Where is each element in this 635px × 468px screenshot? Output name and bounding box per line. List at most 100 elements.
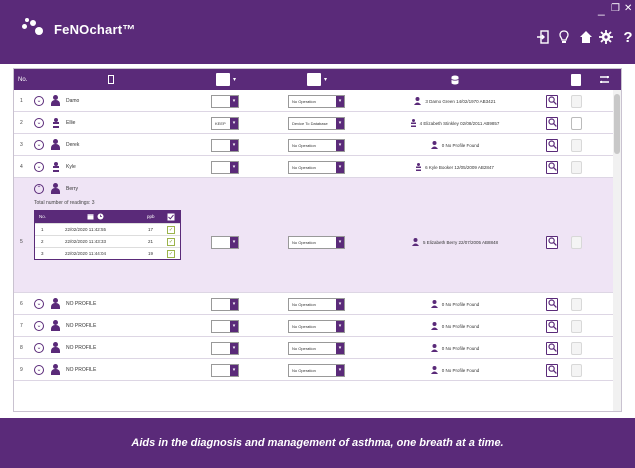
expand-icon[interactable]: ⌄ — [34, 118, 44, 128]
home-icon[interactable] — [578, 30, 594, 48]
row-checkbox[interactable] — [571, 236, 582, 249]
columns-menu-icon[interactable] — [597, 69, 611, 90]
reading-checkbox[interactable]: ✓ — [167, 250, 175, 258]
readings-col-ppb: ppb — [147, 214, 155, 219]
action-select[interactable]: ▾ — [211, 161, 239, 174]
search-profile-button[interactable] — [546, 320, 558, 333]
caret-down-icon[interactable]: ▾ — [230, 321, 238, 332]
help-icon[interactable]: ? — [620, 30, 635, 46]
caret-down-icon[interactable]: ▾ — [230, 162, 238, 173]
operation-select-value: No Operation — [292, 368, 316, 373]
child-profile-icon — [53, 118, 59, 128]
collapse-icon[interactable]: ⌃ — [34, 184, 44, 194]
lightbulb-icon[interactable] — [556, 30, 572, 48]
matched-profile-text: 0 No Profile Found — [441, 301, 480, 307]
search-profile-button[interactable] — [546, 117, 558, 130]
matched-profile: 0 No Profile Found — [370, 299, 540, 308]
matched-profile: 6 Kyle Booker 12/05/2009 AB2847 — [370, 162, 540, 172]
settings-icon[interactable] — [598, 30, 614, 48]
row-checkbox[interactable] — [571, 342, 582, 355]
action-select[interactable]: KEEP ▾ — [211, 117, 239, 130]
caret-down-icon[interactable]: ▾ — [336, 365, 344, 376]
row-number: 6 — [20, 301, 23, 307]
search-profile-button[interactable] — [546, 139, 558, 152]
column-header-action-select[interactable]: ▾ — [211, 69, 241, 90]
readings-select-all-icon[interactable] — [167, 213, 175, 222]
app-title: FeNOchart™ — [54, 21, 136, 37]
operation-select[interactable]: No Operation ▾ — [288, 139, 345, 152]
action-select[interactable]: ▾ — [211, 320, 239, 333]
row-number: 2 — [20, 120, 23, 126]
vertical-scrollbar[interactable] — [613, 90, 621, 411]
row-checkbox[interactable] — [571, 95, 582, 108]
operation-select[interactable]: No Operation ▾ — [288, 95, 345, 108]
caret-down-icon[interactable]: ▾ — [336, 118, 344, 129]
reading-value: 21 — [148, 239, 154, 244]
operation-select[interactable]: Device To Database ▾ — [288, 117, 345, 130]
caret-down-icon[interactable]: ▾ — [230, 237, 238, 248]
caret-down-icon[interactable]: ▾ — [336, 237, 344, 248]
caret-down-icon[interactable]: ▾ — [336, 96, 344, 107]
caret-down-icon[interactable]: ▾ — [336, 321, 344, 332]
adult-profile-icon — [411, 237, 419, 247]
grid-header: No. ▾ ▾ — [14, 69, 621, 90]
expand-icon[interactable]: ⌄ — [34, 343, 44, 353]
caret-down-icon[interactable]: ▾ — [336, 343, 344, 354]
operation-select[interactable]: No Operation ▾ — [288, 298, 345, 311]
operation-select[interactable]: No Operation ▾ — [288, 342, 345, 355]
action-select[interactable]: ▾ — [211, 342, 239, 355]
logout-icon[interactable] — [535, 30, 551, 48]
operation-select[interactable]: No Operation ▾ — [288, 320, 345, 333]
caret-down-icon[interactable]: ▾ — [336, 162, 344, 173]
action-select[interactable]: ▾ — [211, 236, 239, 249]
minimize-button[interactable]: _ — [598, 3, 605, 15]
caret-down-icon[interactable]: ▾ — [230, 140, 238, 151]
search-profile-button[interactable] — [546, 364, 558, 377]
search-profile-button[interactable] — [546, 298, 558, 311]
readings-grid: No. ▾ ▾ 1 ⌄ Damo ▾ No Operation ▾ 3 Damo Green… — [13, 68, 622, 412]
table-row: 7 ⌄ NO PROFILE ▾ No Operation ▾ 0 No Profile F… — [14, 315, 613, 337]
operation-select-value: No Operation — [292, 240, 316, 245]
caret-down-icon[interactable]: ▾ — [336, 140, 344, 151]
reading-checkbox[interactable]: ✓ — [167, 238, 175, 246]
operation-select[interactable]: No Operation ▾ — [288, 364, 345, 377]
column-header-operation-select[interactable]: ▾ — [302, 69, 332, 90]
row-checkbox[interactable] — [571, 139, 582, 152]
row-checkbox[interactable] — [571, 117, 582, 130]
readings-col-no: No. — [39, 214, 47, 219]
row-checkbox[interactable] — [571, 364, 582, 377]
search-profile-button[interactable] — [546, 161, 558, 174]
restore-button[interactable]: ❐ — [611, 3, 620, 15]
action-select[interactable]: ▾ — [211, 364, 239, 377]
expand-icon[interactable]: ⌄ — [34, 365, 44, 375]
scrollbar-thumb[interactable] — [614, 94, 620, 154]
action-select[interactable]: ▾ — [211, 139, 239, 152]
search-profile-button[interactable] — [546, 342, 558, 355]
caret-down-icon[interactable]: ▾ — [230, 365, 238, 376]
operation-select[interactable]: No Operation ▾ — [288, 161, 345, 174]
reading-row: 1 22/02/2020 11:42:55 17 ✓ — [35, 223, 180, 235]
expand-icon[interactable]: ⌄ — [34, 299, 44, 309]
action-select[interactable]: ▾ — [211, 298, 239, 311]
close-button[interactable]: ✕ — [624, 3, 632, 15]
search-profile-button[interactable] — [546, 95, 558, 108]
row-checkbox[interactable] — [571, 298, 582, 311]
row-checkbox[interactable] — [571, 161, 582, 174]
expand-icon[interactable]: ⌄ — [34, 162, 44, 172]
caret-down-icon[interactable]: ▾ — [230, 96, 238, 107]
expand-icon[interactable]: ⌄ — [34, 321, 44, 331]
caret-down-icon[interactable]: ▾ — [230, 118, 238, 129]
caret-down-icon[interactable]: ▾ — [230, 343, 238, 354]
reading-checkbox[interactable]: ✓ — [167, 226, 175, 234]
operation-select[interactable]: No Operation ▾ — [288, 236, 345, 249]
caret-down-icon[interactable]: ▾ — [336, 299, 344, 310]
select-all-checkbox[interactable] — [569, 69, 583, 90]
expand-icon[interactable]: ⌄ — [34, 140, 44, 150]
row-checkbox[interactable] — [571, 320, 582, 333]
caret-down-icon[interactable]: ▾ — [230, 299, 238, 310]
expand-icon[interactable]: ⌄ — [34, 96, 44, 106]
operation-select-value: No Operation — [292, 165, 316, 170]
child-profile-icon — [416, 162, 422, 172]
action-select[interactable]: ▾ — [211, 95, 239, 108]
search-profile-button[interactable] — [546, 236, 558, 249]
